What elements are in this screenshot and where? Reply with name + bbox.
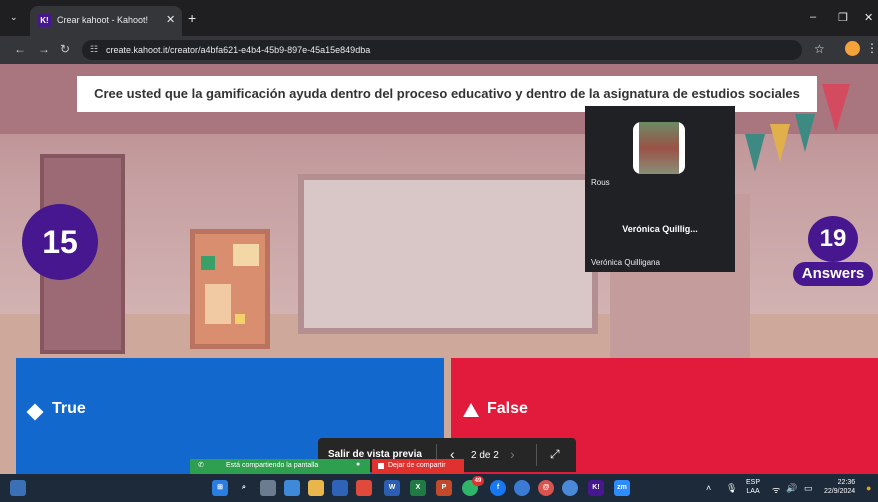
answer-false-label: False	[487, 400, 528, 417]
shield-icon: ●	[356, 461, 361, 468]
background-whiteboard	[298, 174, 598, 334]
fullscreen-icon[interactable]: ⤢	[550, 447, 560, 462]
clock[interactable]: 22:36 22/9/2024	[824, 478, 855, 496]
zoom-icon[interactable]: zm	[614, 480, 630, 496]
chevron-up-icon[interactable]: ˄	[706, 483, 711, 493]
microphone-icon[interactable]: 🎙	[726, 483, 737, 494]
restore-icon[interactable]: ❐	[838, 11, 848, 24]
file-explorer-icon[interactable]	[308, 480, 324, 496]
close-window-icon[interactable]: ✕	[864, 11, 873, 24]
phone-icon: ✆	[198, 462, 204, 469]
sticky-note	[201, 256, 215, 270]
participant-name: Verónica Quillig...	[622, 224, 698, 234]
store-icon[interactable]	[332, 480, 348, 496]
kahoot-stage: Cree usted que la gamificación ayuda den…	[0, 64, 878, 474]
answers-label: Answers	[793, 262, 873, 286]
browser-tab[interactable]: K! Crear kahoot - Kahoot! ✕	[30, 6, 182, 36]
stop-sharing-label: Dejar de compartir	[388, 462, 446, 469]
facebook-icon[interactable]: f	[490, 480, 506, 496]
participant-top-label: Rous	[591, 178, 610, 187]
tab-search-icon[interactable]: ⌄	[10, 12, 18, 23]
widgets-icon[interactable]	[10, 480, 26, 496]
sticky-note	[205, 284, 231, 324]
forward-icon[interactable]: →	[38, 43, 50, 55]
stop-sharing-button[interactable]: Dejar de compartir	[372, 459, 464, 474]
new-tab-icon[interactable]: +	[188, 11, 196, 25]
battery-icon[interactable]: ▭	[804, 483, 813, 494]
mail-icon[interactable]: @	[538, 480, 554, 496]
url-field[interactable]: ☷ create.kahoot.it/creator/a4bfa621-e4b4…	[82, 40, 802, 60]
notification-badge: 49	[472, 476, 484, 486]
kahoot-taskbar-icon[interactable]: K!	[588, 480, 604, 496]
copilot-icon[interactable]	[284, 480, 300, 496]
notification-icon[interactable]: ●	[866, 483, 871, 493]
sticky-note	[233, 244, 259, 266]
kahoot-favicon: K!	[38, 14, 51, 27]
participant-video-tile[interactable]: Rous Verónica Quillig... Verónica Quilli…	[585, 106, 735, 272]
chrome-icon[interactable]	[356, 480, 372, 496]
participant-thumbnail	[633, 122, 685, 174]
bunting-flag	[822, 84, 850, 132]
word-icon[interactable]: W	[384, 480, 400, 496]
next-icon[interactable]: ›	[510, 446, 515, 462]
profile-avatar[interactable]	[845, 41, 860, 56]
browser-menu-icon[interactable]: ⋮	[866, 41, 878, 55]
wifi-icon[interactable]: ᯤ	[772, 483, 780, 496]
task-view-icon[interactable]	[260, 480, 276, 496]
participant-footer-name: Verónica Quilligana	[591, 258, 660, 267]
diamond-icon	[26, 403, 44, 421]
timer-circle: 15	[22, 204, 98, 280]
triangle-icon	[463, 403, 479, 417]
back-icon[interactable]: ←	[14, 43, 26, 55]
search-icon[interactable]: ⌕	[236, 480, 252, 496]
start-icon[interactable]: ⊞	[212, 480, 228, 496]
sharing-status-bar: ✆ Está compartiendo la pantalla ●	[190, 459, 370, 474]
bunting-flag	[770, 124, 790, 162]
address-bar-row: ← → ↻ ☷ create.kahoot.it/creator/a4bfa62…	[0, 36, 878, 64]
background-corkboard	[190, 229, 270, 349]
browser-tab-bar: ⌄ K! Crear kahoot - Kahoot! ✕ + – ❐ ✕	[0, 0, 878, 36]
divider	[536, 444, 537, 466]
close-tab-icon[interactable]: ✕	[166, 13, 175, 26]
edge-icon[interactable]	[514, 480, 530, 496]
answer-true-label: True	[52, 400, 86, 417]
reload-icon[interactable]: ↻	[60, 43, 70, 55]
bunting-flag	[745, 134, 765, 172]
sticky-note	[235, 314, 245, 324]
windows-taskbar: ⊞ ⌕ W X P 49 f @ K! zm ˄ 🎙 ESP LAA ᯤ 🔊 ▭…	[0, 474, 878, 502]
language-indicator[interactable]: ESP LAA	[746, 478, 760, 496]
bookmark-star-icon[interactable]: ☆	[814, 42, 825, 56]
minimize-icon[interactable]: –	[810, 11, 816, 23]
powerpoint-icon[interactable]: P	[436, 480, 452, 496]
url-text: create.kahoot.it/creator/a4bfa621-e4b4-4…	[106, 45, 371, 55]
browser-icon[interactable]	[562, 480, 578, 496]
page-indicator: 2 de 2	[471, 450, 499, 461]
answers-count: 19	[808, 216, 858, 262]
excel-icon[interactable]: X	[410, 480, 426, 496]
bunting-flag	[795, 114, 815, 152]
site-settings-icon[interactable]: ☷	[90, 44, 98, 55]
volume-icon[interactable]: 🔊	[786, 483, 797, 494]
tab-title: Crear kahoot - Kahoot!	[57, 15, 149, 25]
stop-icon	[378, 463, 384, 469]
sharing-status-text: Está compartiendo la pantalla	[226, 462, 319, 469]
